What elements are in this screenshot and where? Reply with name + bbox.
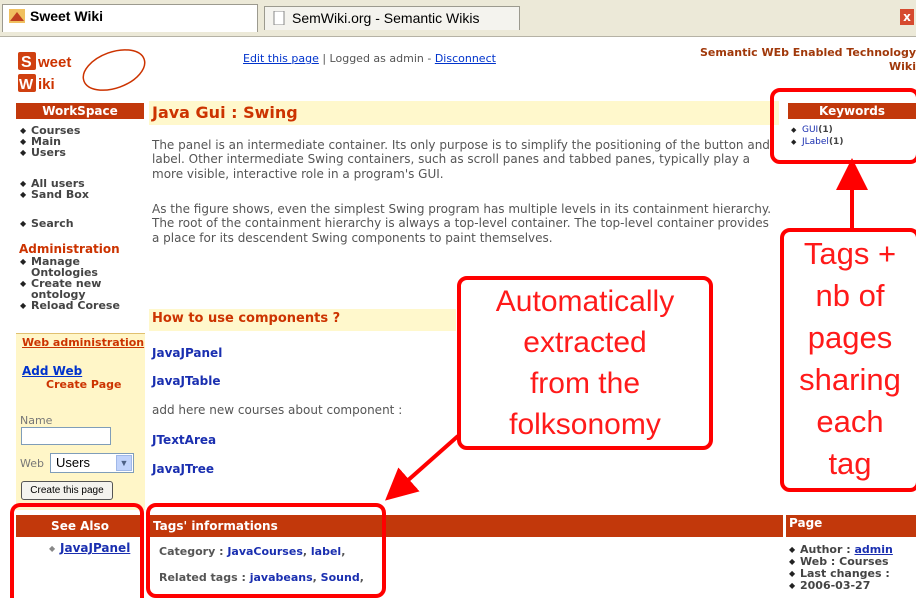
arrow-to-tags-info	[385, 434, 460, 501]
annotation-arrows	[385, 158, 868, 501]
